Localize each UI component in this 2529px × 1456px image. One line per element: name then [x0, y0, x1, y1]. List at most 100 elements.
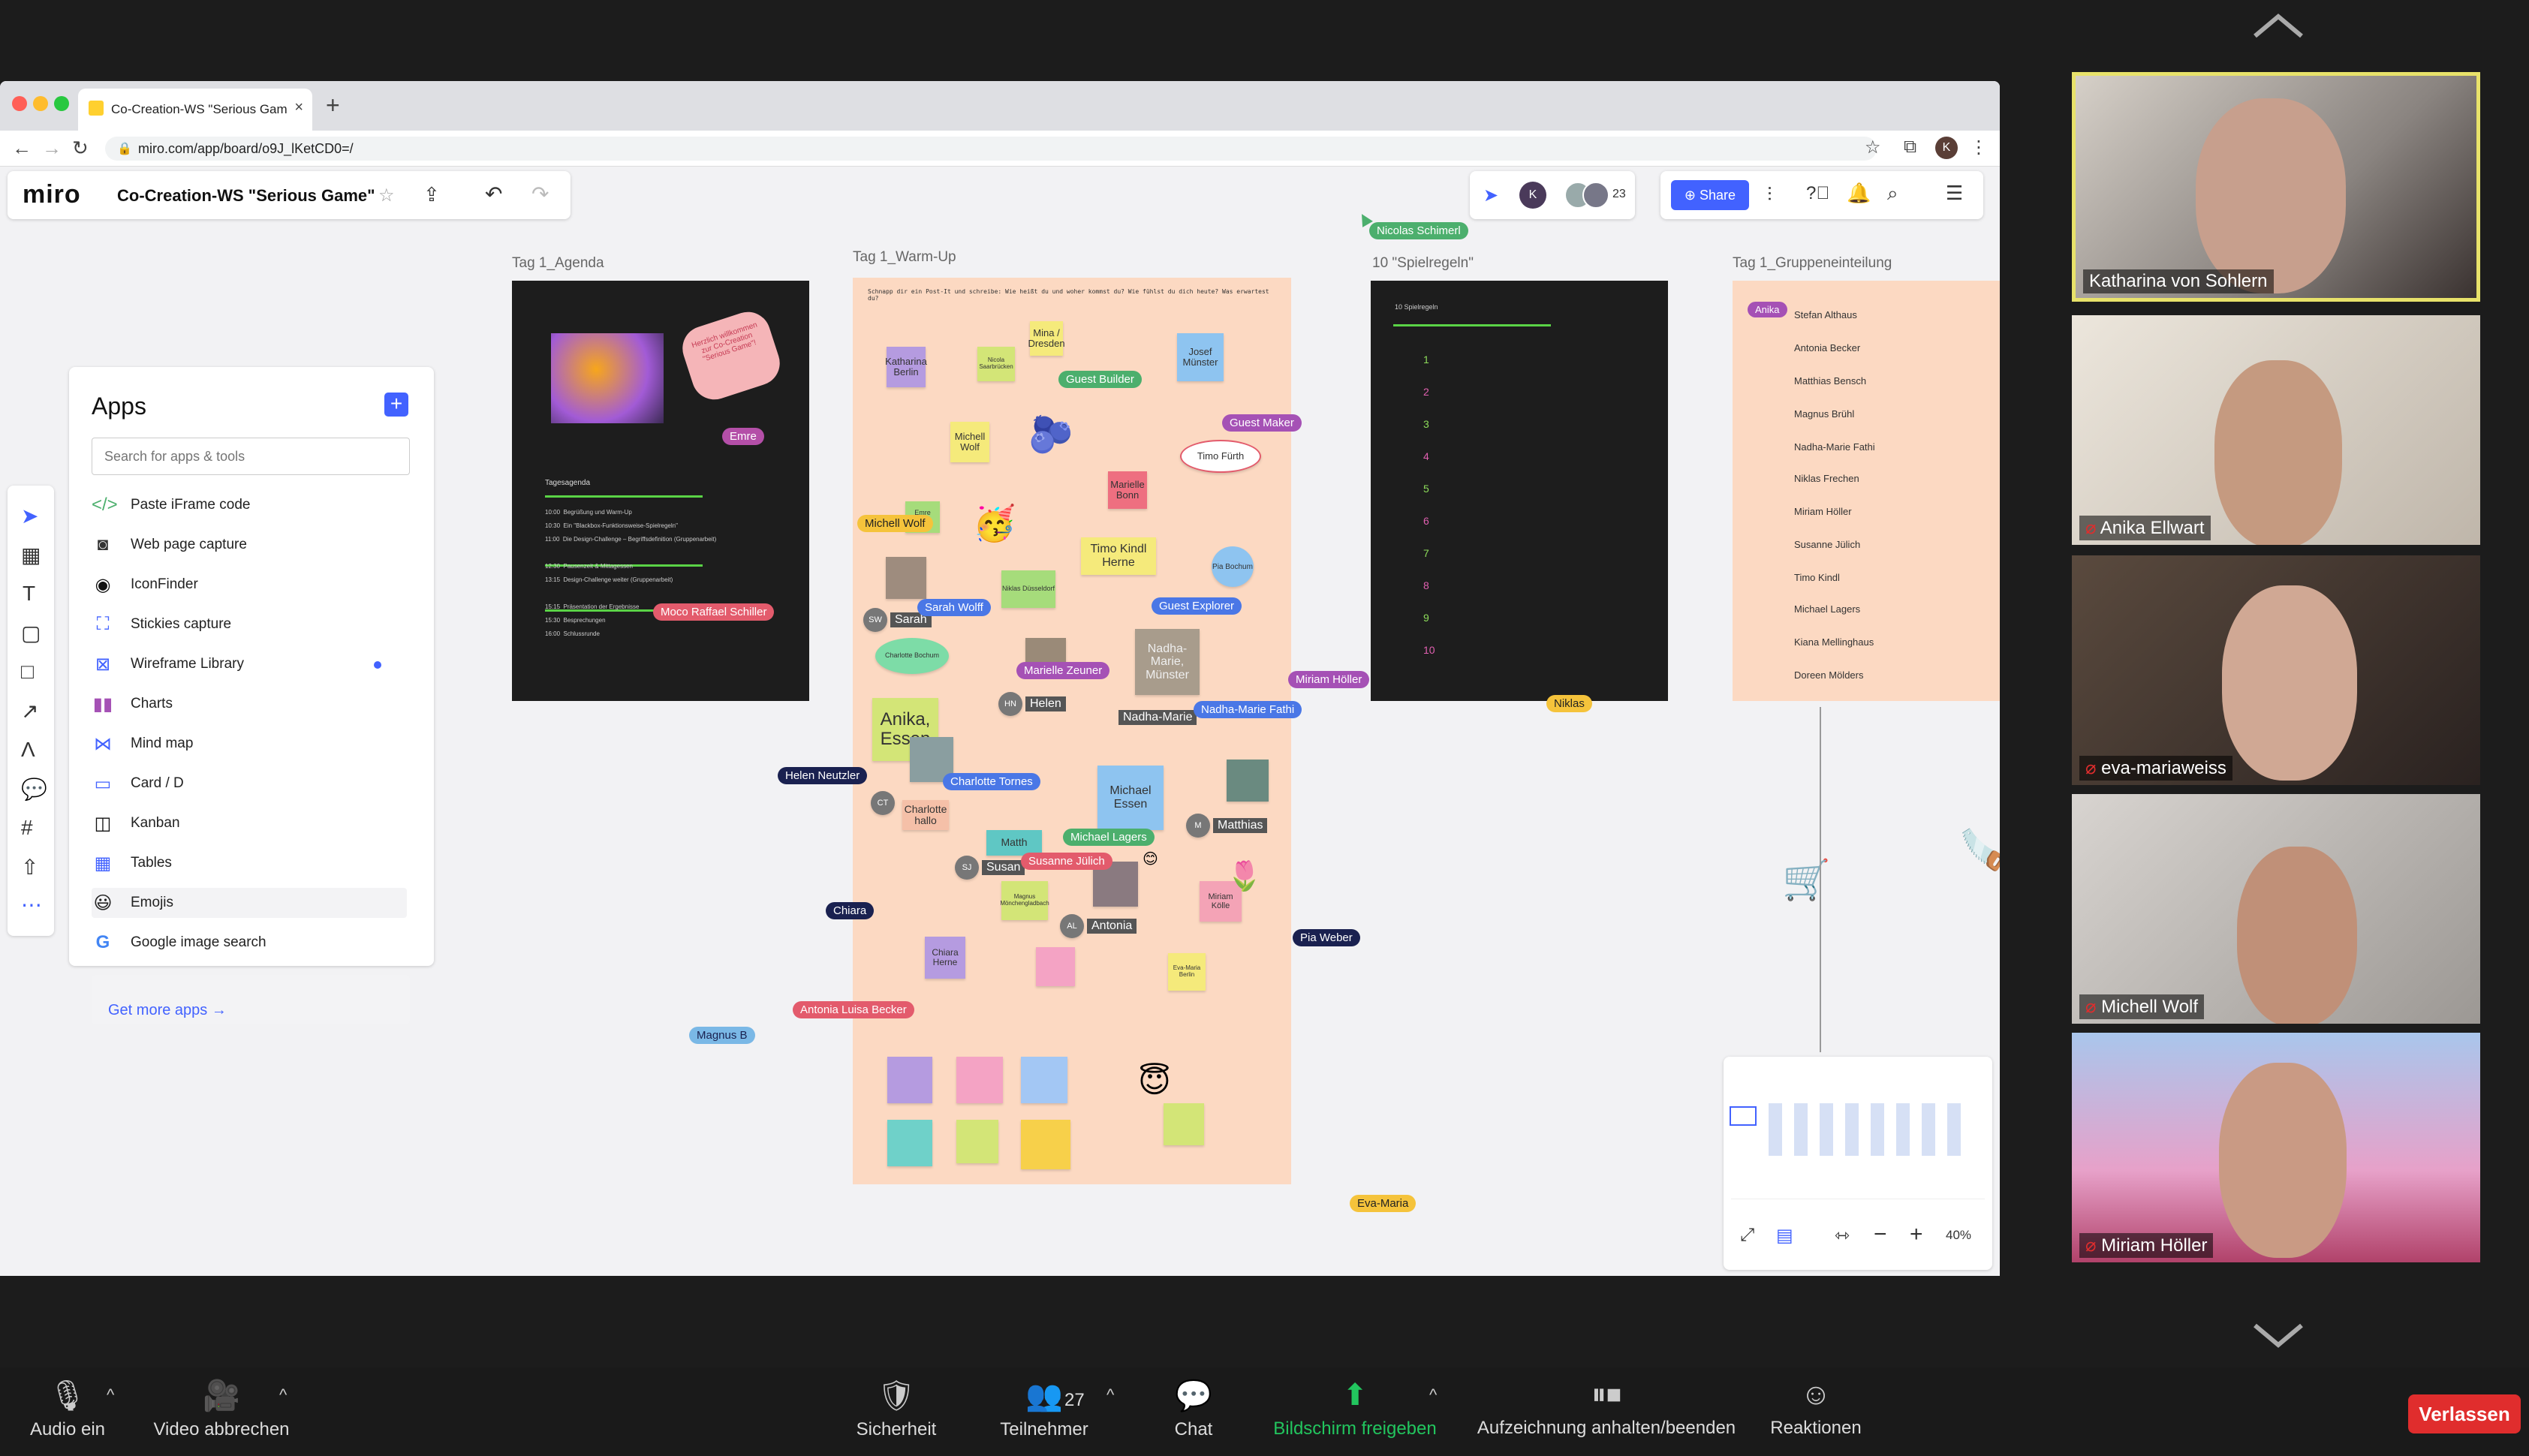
rules-frame[interactable]: 10 Spielregeln 1 2 3 4 5 6 7 8 9 10 — [1371, 281, 1668, 701]
record-button[interactable]: ⏸⏹ Aufzeichnung anhalten/beenden — [1464, 1378, 1749, 1439]
settings-sliders-icon[interactable]: ⫶ — [1767, 183, 1772, 207]
profile-avatar[interactable]: K — [1935, 137, 1958, 159]
groups-frame[interactable]: Anika Stefan Althaus Antonia Becker Matt… — [1733, 281, 2000, 701]
app-iframe[interactable]: </> Paste iFrame code — [92, 490, 407, 520]
sticky-charlotte[interactable]: Charlotte Bochum — [875, 638, 949, 674]
avatar-k[interactable]: K — [1519, 182, 1546, 209]
notifications-bell-icon[interactable]: 🔔 — [1847, 182, 1871, 205]
search-icon[interactable]: ⌕ — [1887, 182, 1898, 206]
video-tile-michell[interactable]: ⌀ Michell Wolf — [2072, 794, 2480, 1024]
frame-label-groups[interactable]: Tag 1_Gruppeneinteilung — [1733, 255, 1892, 272]
sticky-josef[interactable]: Josef Münster — [1177, 333, 1224, 381]
app-kanban[interactable]: ◫ Kanban — [92, 808, 407, 838]
chat-button[interactable]: 💬 Chat — [1161, 1378, 1227, 1440]
app-charts[interactable]: ▮▮ Charts — [92, 689, 407, 719]
sticky-niklas[interactable]: Niklas Düsseldorf — [1001, 570, 1055, 608]
app-mindmap[interactable]: ⋈ Mind map — [92, 729, 407, 759]
video-options-caret-icon[interactable]: ^ — [279, 1385, 287, 1405]
app-iconfinder[interactable]: ◉ IconFinder — [92, 570, 407, 600]
comment-icon[interactable]: 💬 — [21, 777, 47, 802]
export-icon[interactable]: ⇪ — [423, 183, 440, 206]
video-tile-eva[interactable]: ⌀ eva-mariaweiss — [2072, 555, 2480, 785]
sticky-pink-empty[interactable] — [1036, 947, 1075, 986]
sticky-nicola[interactable]: Nicola Saarbrücken — [977, 347, 1015, 381]
app-emojis[interactable]: 😃 Emojis — [92, 888, 407, 918]
scroll-down-icon[interactable] — [2252, 1321, 2305, 1351]
reactions-button[interactable]: ☺ Reaktionen — [1760, 1378, 1872, 1439]
share-button[interactable]: ⊕ Share — [1671, 180, 1749, 210]
add-app-button[interactable]: + — [384, 393, 408, 417]
zoom-in-icon[interactable]: + — [1910, 1222, 1923, 1247]
participants-caret-icon[interactable]: ^ — [1106, 1385, 1114, 1405]
frame-tool-icon[interactable]: # — [21, 816, 33, 840]
audio-button[interactable]: 🎙 Audio ein — [23, 1378, 113, 1440]
video-tile-katharina[interactable]: Katharina von Sohlern — [2072, 72, 2480, 302]
undo-icon[interactable]: ↶ — [485, 182, 502, 206]
scroll-up-icon[interactable] — [2252, 11, 2305, 41]
sticky-marielle[interactable]: Marielle Bonn — [1108, 471, 1147, 509]
close-tab-icon[interactable]: × — [294, 99, 303, 116]
app-card[interactable]: ▭ Card / D — [92, 769, 407, 799]
bookmark-star-icon[interactable]: ☆ — [1865, 137, 1881, 158]
connection-line-icon[interactable]: ↗ — [21, 699, 38, 723]
avatar-stack-2[interactable] — [1582, 182, 1609, 209]
fullscreen-icon[interactable]: ⤢ — [1740, 1225, 1754, 1246]
sticky-matthias-photo[interactable] — [1227, 760, 1269, 802]
browser-tab[interactable]: Co-Creation-WS "Serious Gam × — [78, 89, 312, 131]
extensions-icon[interactable]: ⧉ — [1904, 137, 1916, 158]
sticky-blank-purple[interactable] — [887, 1057, 932, 1103]
sticky-michell[interactable]: Michell Wolf — [950, 422, 989, 462]
video-tile-miriam[interactable]: ⌀ Miriam Höller — [2072, 1033, 2480, 1262]
app-tables[interactable]: ▦ Tables — [92, 848, 407, 878]
sticky-michael[interactable]: Michael Essen — [1097, 766, 1164, 830]
sticky-pia[interactable]: Pia Bochum — [1212, 546, 1254, 587]
sticky-blank-lime[interactable] — [956, 1120, 998, 1163]
sticky-blank-teal[interactable] — [887, 1120, 932, 1166]
star-board-icon[interactable]: ☆ — [378, 185, 395, 206]
app-google-image[interactable]: G Google image search — [92, 928, 407, 958]
map-icon[interactable]: ▤ — [1776, 1225, 1793, 1247]
apps-search-input[interactable] — [92, 438, 410, 475]
frame-label-warmup[interactable]: Tag 1_Warm-Up — [853, 249, 956, 266]
fit-width-icon[interactable]: ⇿ — [1835, 1225, 1850, 1247]
audio-options-caret-icon[interactable]: ^ — [107, 1385, 114, 1405]
more-tools-icon[interactable]: ⋯ — [21, 892, 42, 917]
templates-icon[interactable]: ▦ — [21, 543, 41, 567]
shape-tool-icon[interactable]: □ — [21, 660, 34, 684]
minimize-window-dot[interactable] — [33, 96, 48, 111]
frame-label-rules[interactable]: 10 "Spielregeln" — [1372, 255, 1474, 272]
sticky-note-icon[interactable]: ▢ — [21, 621, 41, 645]
agenda-frame[interactable]: Herzlich willkommen zur Co-Creation "Ser… — [512, 281, 809, 701]
sticky-blank-yellow[interactable] — [1021, 1120, 1070, 1169]
sticky-blank-blue[interactable] — [1021, 1057, 1067, 1103]
app-stickies[interactable]: ⛶ Stickies capture — [92, 609, 407, 639]
close-window-dot[interactable] — [12, 96, 27, 111]
share-screen-button[interactable]: ⬆ Bildschirm freigeben — [1261, 1378, 1449, 1439]
sticky-blank-pink[interactable] — [956, 1057, 1003, 1103]
redo-icon[interactable]: ↷ — [531, 182, 549, 206]
app-web-capture[interactable]: ◙ Web page capture — [92, 530, 407, 560]
security-button[interactable]: 🛡 Sicherheit — [844, 1378, 949, 1440]
sticky-timo-kindl[interactable]: Timo Kindl Herne — [1081, 537, 1156, 575]
get-more-apps-label[interactable]: Get more apps → — [108, 1002, 227, 1019]
sticky-blank-green[interactable] — [1164, 1103, 1204, 1145]
back-icon[interactable]: ← — [12, 137, 32, 160]
miro-logo[interactable]: miro — [23, 180, 81, 209]
reactions-cursor-icon[interactable]: ➤ — [1483, 185, 1498, 206]
maximize-window-dot[interactable] — [54, 96, 69, 111]
forward-icon[interactable]: → — [42, 137, 62, 160]
url-field[interactable]: 🔒 miro.com/app/board/o9J_lKetCD0=/ — [105, 137, 1877, 161]
sticky-sarah-photo[interactable] — [886, 557, 926, 599]
sticky-chiara[interactable]: Chiara Herne — [925, 937, 965, 979]
sticky-matth[interactable]: Matth — [986, 830, 1042, 856]
pen-tool-icon[interactable]: Λ — [21, 738, 35, 762]
board-menu-icon[interactable]: ☰ — [1946, 182, 1963, 205]
video-tile-anika[interactable]: ⌀ Anika Ellwart — [2072, 315, 2480, 545]
sticky-timo-circle[interactable]: Timo Fürth — [1180, 440, 1261, 473]
frame-label-agenda[interactable]: Tag 1_Agenda — [512, 255, 604, 272]
sticky-katharina[interactable]: Katharina Berlin — [885, 347, 927, 387]
leave-button[interactable]: Verlassen — [2408, 1394, 2521, 1433]
share-caret-icon[interactable]: ^ — [1429, 1385, 1437, 1405]
reload-icon[interactable]: ↻ — [72, 137, 89, 160]
app-wireframe[interactable]: ⊠ Wireframe Library — [92, 649, 407, 679]
